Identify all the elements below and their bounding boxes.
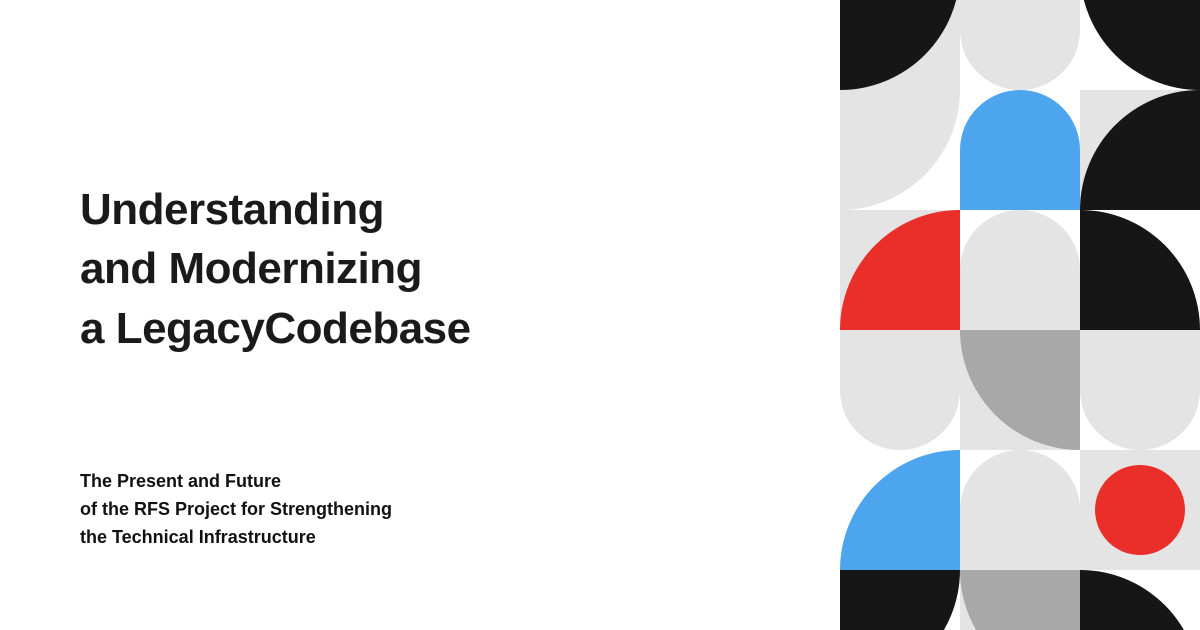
art-quarter (960, 450, 1080, 570)
art-shape (960, 0, 1080, 90)
subtitle-line-2: of the RFS Project for Strengthening (80, 499, 392, 519)
art-shape (960, 450, 1080, 570)
art-quarter (960, 210, 1080, 330)
art-shape (1080, 330, 1200, 450)
art-shape (1080, 450, 1200, 570)
art-quarter (1080, 210, 1200, 330)
page-title: Understanding and Modernizing a LegacyCo… (80, 180, 700, 358)
art-quarter (1080, 330, 1200, 450)
art-quarter (1080, 0, 1200, 90)
art-circle (1095, 465, 1185, 555)
art-shape (840, 450, 960, 570)
art-quarter (1080, 570, 1200, 630)
art-shape (1080, 90, 1200, 210)
title-line-2: and Modernizing (80, 244, 422, 293)
art-shape (960, 210, 1080, 330)
subtitle-line-3: the Technical Infrastructure (80, 527, 316, 547)
art-quarter (840, 450, 960, 570)
art-shape (960, 570, 1080, 630)
art-shape (840, 570, 960, 630)
art-shape (1080, 210, 1200, 330)
art-quarter (840, 570, 960, 630)
art-quarter (840, 90, 960, 210)
art-shape (1080, 570, 1200, 630)
art-quarter (960, 570, 1080, 630)
art-shape (1080, 0, 1200, 90)
art-shape (960, 330, 1080, 450)
art-shape (840, 0, 960, 90)
art-quarter (840, 330, 960, 450)
subtitle-line-1: The Present and Future (80, 471, 281, 491)
title-line-1: Understanding (80, 185, 384, 234)
title-line-3: a LegacyCodebase (80, 304, 471, 353)
art-shape (960, 90, 1080, 210)
decorative-art (840, 0, 1200, 630)
text-area: Understanding and Modernizing a LegacyCo… (80, 180, 700, 552)
art-semi (960, 90, 1080, 210)
art-shape (840, 330, 960, 450)
art-shape (840, 210, 960, 330)
subtitle: The Present and Future of the RFS Projec… (80, 468, 700, 552)
art-shape (840, 90, 960, 210)
art-semi (960, 0, 1080, 90)
